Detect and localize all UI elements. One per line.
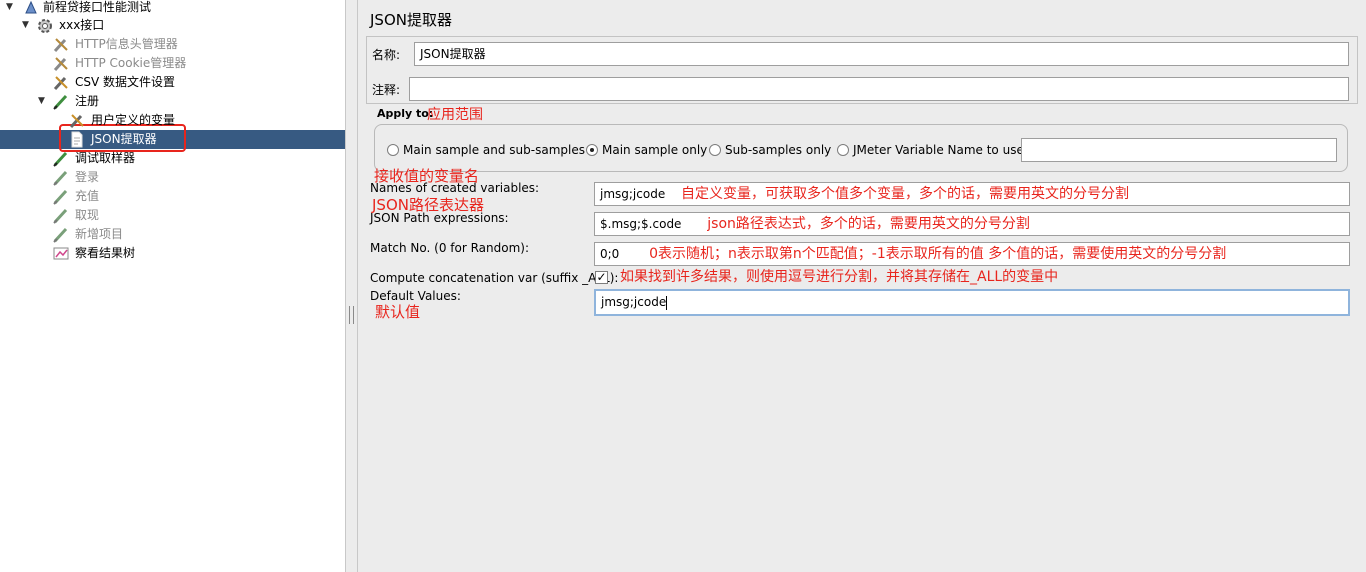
wrench-icon	[52, 36, 70, 53]
collapse-arrow-icon[interactable]: ▼	[22, 16, 32, 35]
radio-sub-only[interactable]: Sub-samples only	[709, 142, 831, 157]
wrench-icon	[52, 74, 70, 91]
thread-group-gear-icon	[36, 17, 54, 34]
sampler-pen-icon	[52, 150, 70, 167]
tree-node-label: 登录	[75, 170, 100, 184]
default-value: jmsg;jcode	[601, 295, 667, 309]
concat-note: 如果找到许多结果，则使用逗号进行分割，并将其存储在_ALL的变量中	[620, 269, 1059, 285]
name-label: 名称:	[372, 48, 401, 62]
comment-input[interactable]	[409, 77, 1349, 101]
checkmark-icon: ✓	[596, 270, 607, 284]
names-input[interactable]: jmsg;jcode 自定义变量，可获取多个值多个变量，多个的话，需要用英文的分…	[594, 182, 1350, 206]
radio-main-only[interactable]: Main sample only	[586, 142, 707, 157]
match-value: 0;0	[600, 247, 620, 261]
tree-node-label: 充值	[75, 189, 100, 203]
name-comment-group: 名称: JSON提取器 注释:	[366, 36, 1358, 104]
concat-checkbox[interactable]: ✓	[595, 271, 608, 284]
sampler-pen-icon	[52, 93, 70, 110]
json-extractor-panel: JSON提取器 名称: JSON提取器 注释: Apply to: 应用范围 M…	[358, 0, 1366, 572]
names-label: Names of created variables:	[370, 181, 540, 195]
comment-label: 注释:	[372, 83, 401, 97]
splitter-grip-icon[interactable]	[349, 306, 354, 324]
jmeter-variable-input[interactable]	[1021, 138, 1337, 162]
sampler-pen-icon	[52, 226, 70, 243]
tree-node-label: xxx接口	[59, 18, 105, 32]
tree-node-label: HTTP信息头管理器	[75, 37, 178, 51]
sampler-pen-icon	[52, 207, 70, 224]
apply-to-annotation: 应用范围	[427, 107, 483, 123]
match-input[interactable]: 0;0 0表示随机；n表示取第n个匹配值；-1表示取所有的值 多个值的话，需要使…	[594, 242, 1350, 266]
tree-node-label: 注册	[75, 94, 100, 108]
tree-node-label: 调试取样器	[75, 151, 136, 165]
radio-button-selected-icon[interactable]	[586, 143, 598, 156]
tree-node-label: 取现	[75, 208, 100, 222]
match-label: Match No. (0 for Random):	[370, 241, 530, 255]
apply-to-label: Apply to:	[377, 107, 434, 120]
path-label: JSON Path expressions:	[370, 211, 509, 225]
wrench-icon	[52, 55, 70, 72]
path-input[interactable]: $.msg;$.code json路径表达式，多个的话，需要用英文的分号分割	[594, 212, 1350, 236]
name-input[interactable]: JSON提取器	[414, 42, 1349, 66]
tree-node-label: CSV 数据文件设置	[75, 75, 176, 89]
test-plan-tree[interactable]: ▼ 前程贷接口性能测试 ▼ xxx接口 HTTP信息头管理器 HTTP Cook…	[0, 0, 345, 572]
test-plan-icon	[22, 0, 40, 16]
tree-node-label: 用户定义的变量	[91, 113, 176, 127]
radio-main-and-sub[interactable]: Main sample and sub-samples	[387, 142, 585, 157]
split-pane-divider[interactable]	[345, 0, 358, 572]
path-note: json路径表达式，多个的话，需要用英文的分号分割	[707, 216, 1030, 232]
tree-node-label: JSON提取器	[91, 132, 157, 146]
sampler-pen-icon	[52, 188, 70, 205]
match-note: 0表示随机；n表示取第n个匹配值；-1表示取所有的值 多个值的话，需要使用英文的…	[649, 246, 1227, 262]
concat-label: Compute concatenation var (suffix _ALL):	[370, 271, 619, 285]
radio-button-icon[interactable]	[709, 143, 721, 156]
radio-button-icon[interactable]	[387, 143, 399, 156]
tree-node-label: 新增项目	[75, 227, 124, 241]
radio-button-icon[interactable]	[837, 143, 849, 156]
apply-to-group: Main sample and sub-samples Main sample …	[374, 124, 1348, 172]
sampler-pen-icon	[52, 169, 70, 186]
names-note: 自定义变量，可获取多个值多个变量，多个的话，需要用英文的分号分割	[681, 186, 1130, 202]
results-tree-icon	[52, 245, 70, 262]
radio-jmeter-variable[interactable]: JMeter Variable Name to use	[837, 142, 1024, 157]
tree-node-label: HTTP Cookie管理器	[75, 56, 187, 70]
names-value: jmsg;jcode	[600, 187, 666, 201]
wrench-icon	[68, 112, 86, 129]
page-title: JSON提取器	[370, 11, 452, 29]
path-value: $.msg;$.code	[600, 217, 682, 231]
tree-node-label: 察看结果树	[75, 246, 136, 260]
default-annotation: 默认值	[375, 303, 421, 321]
collapse-arrow-icon[interactable]: ▼	[6, 0, 16, 17]
document-icon	[68, 131, 86, 148]
text-cursor	[666, 295, 668, 310]
tree-node-label: 前程贷接口性能测试	[43, 0, 152, 14]
collapse-arrow-icon[interactable]: ▼	[38, 92, 48, 111]
default-values-input[interactable]: jmsg;jcode	[594, 289, 1350, 316]
